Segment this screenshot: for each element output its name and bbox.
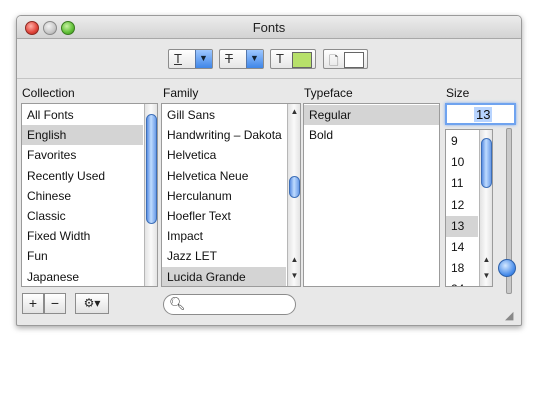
family-scroll-thumb[interactable] bbox=[289, 176, 300, 198]
typeface-item[interactable]: Bold bbox=[304, 125, 439, 145]
size-input-value: 13 bbox=[474, 107, 493, 122]
size-scrollbar[interactable]: ▲ ▼ bbox=[479, 130, 492, 286]
size-item[interactable]: 13 bbox=[446, 215, 478, 237]
family-item[interactable]: Hoefler Text bbox=[162, 206, 286, 226]
collection-item[interactable]: All Fonts bbox=[22, 105, 143, 125]
strikethrough-dropdown-arrow[interactable]: ▼ bbox=[246, 50, 263, 68]
document-color-button[interactable]: 🗋 bbox=[323, 49, 368, 69]
collection-item[interactable]: Classic bbox=[22, 206, 143, 226]
scroll-down-arrow-icon[interactable]: ▼ bbox=[288, 270, 300, 282]
collection-scroll-thumb[interactable] bbox=[146, 114, 157, 224]
search-field[interactable]: 🔍︎ bbox=[163, 294, 296, 315]
toolbar-separator bbox=[17, 78, 521, 79]
collection-list[interactable]: All Fonts English Favorites Recently Used Ch… bbox=[21, 103, 158, 287]
document-icon: 🗋 bbox=[329, 54, 339, 68]
size-slider-knob[interactable] bbox=[498, 259, 516, 277]
collection-item[interactable]: Favorites bbox=[22, 145, 143, 165]
size-header: Size bbox=[446, 86, 470, 100]
collection-item[interactable]: Japanese bbox=[22, 267, 143, 286]
resize-grip-icon[interactable]: ◢ bbox=[505, 309, 519, 323]
typeface-header: Typeface bbox=[304, 86, 353, 100]
family-item[interactable]: Jazz LET bbox=[162, 246, 286, 266]
remove-collection-button[interactable]: − bbox=[44, 293, 66, 314]
size-item[interactable]: 9 bbox=[446, 131, 478, 152]
family-item[interactable]: Helvetica Neue bbox=[162, 166, 286, 186]
family-item[interactable]: Herculanum bbox=[162, 186, 286, 206]
document-color-swatch bbox=[344, 52, 364, 68]
size-item[interactable]: 12 bbox=[446, 195, 478, 216]
family-scrollbar[interactable]: ▲ ▲ ▼ bbox=[287, 104, 300, 286]
family-item[interactable]: Impact bbox=[162, 226, 286, 246]
collection-item[interactable]: Fun bbox=[22, 246, 143, 266]
strikethrough-icon: T bbox=[225, 51, 233, 66]
window-title: Fonts bbox=[252, 20, 286, 35]
scroll-up-arrow-icon[interactable]: ▲ bbox=[480, 254, 492, 266]
chevron-down-icon: ▼ bbox=[199, 53, 208, 63]
title-bar[interactable]: Fonts bbox=[17, 16, 521, 39]
search-icon: 🔍︎ bbox=[169, 296, 186, 311]
family-list[interactable]: Gill Sans Handwriting – Dakota Helvetica He… bbox=[161, 103, 301, 287]
size-item[interactable]: 11 bbox=[446, 173, 478, 194]
underline-popup-button[interactable]: T ▼ bbox=[168, 49, 213, 69]
collection-scrollbar[interactable] bbox=[144, 104, 157, 286]
family-item[interactable]: Handwriting – Dakota bbox=[162, 125, 286, 145]
family-item[interactable]: Lucida Grande bbox=[162, 266, 286, 286]
collection-header: Collection bbox=[22, 86, 75, 100]
scroll-up-arrow-icon[interactable]: ▲ bbox=[288, 106, 300, 118]
collection-item[interactable]: English bbox=[22, 125, 143, 146]
text-color-button[interactable]: T bbox=[270, 49, 316, 69]
size-input[interactable]: 13 bbox=[445, 103, 516, 125]
scroll-down-arrow-icon[interactable]: ▼ bbox=[480, 270, 492, 282]
size-item[interactable]: 14 bbox=[446, 237, 478, 258]
underline-dropdown-arrow[interactable]: ▼ bbox=[195, 50, 212, 68]
family-item[interactable]: Gill Sans bbox=[162, 105, 286, 125]
size-item[interactable]: 24 bbox=[446, 279, 478, 286]
size-item[interactable]: 18 bbox=[446, 258, 478, 279]
underline-icon: T bbox=[174, 51, 182, 66]
typeface-item[interactable]: Regular bbox=[304, 105, 439, 126]
action-menu-button[interactable]: ⚙▾ bbox=[75, 293, 109, 314]
size-list[interactable]: 910111213141824 ▲ ▼ bbox=[445, 129, 493, 287]
fonts-window: Fonts T ▼ T ▼ T 🗋 Collection Family Type… bbox=[16, 15, 522, 326]
chevron-down-icon: ▼ bbox=[250, 53, 259, 63]
size-scroll-thumb[interactable] bbox=[481, 138, 492, 188]
family-item[interactable]: Helvetica bbox=[162, 145, 286, 165]
text-color-icon: T bbox=[276, 51, 284, 66]
strikethrough-popup-button[interactable]: T ▼ bbox=[219, 49, 264, 69]
typeface-list[interactable]: Regular Bold bbox=[303, 103, 440, 287]
collection-item[interactable]: Recently Used bbox=[22, 166, 143, 186]
size-item[interactable]: 10 bbox=[446, 152, 478, 173]
collection-item[interactable]: Fixed Width bbox=[22, 226, 143, 246]
collection-item[interactable]: Chinese bbox=[22, 186, 143, 206]
text-color-swatch bbox=[292, 52, 312, 68]
family-header: Family bbox=[163, 86, 199, 100]
scroll-up-arrow-icon[interactable]: ▲ bbox=[288, 254, 300, 266]
add-collection-button[interactable]: + bbox=[22, 293, 44, 314]
